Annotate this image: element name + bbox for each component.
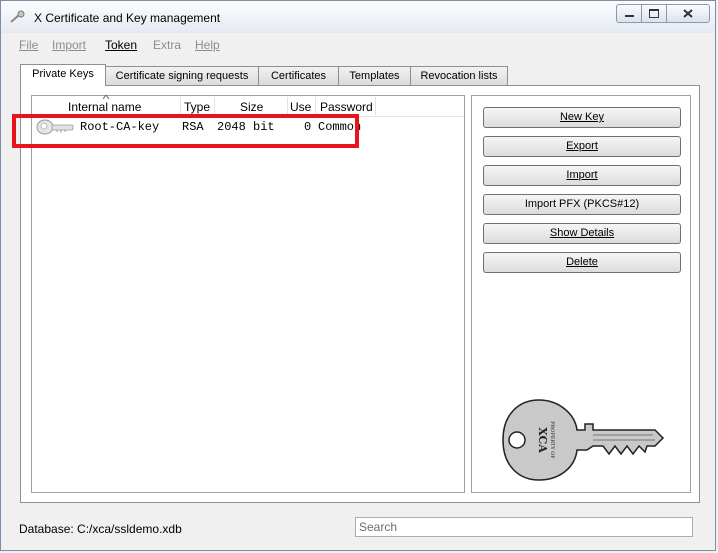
- window-controls: [616, 4, 710, 24]
- menu-file[interactable]: File: [19, 38, 38, 52]
- tab-revocation-lists[interactable]: Revocation lists: [410, 66, 508, 85]
- minimize-button[interactable]: [616, 4, 642, 23]
- status-bar: Database: C:/xca/ssldemo.xdb: [1, 511, 715, 541]
- new-key-button-label: New Key: [559, 111, 605, 123]
- menu-extra-label: Extra: [153, 38, 182, 52]
- import-pfx-button[interactable]: Import PFX (PKCS#12): [483, 194, 681, 215]
- column-divider[interactable]: [214, 97, 215, 115]
- window-title: X Certificate and Key management: [34, 11, 221, 25]
- app-key-icon: [10, 10, 25, 23]
- column-header-type[interactable]: Type: [184, 100, 210, 114]
- menu-bar: File Import Token Extra Help: [1, 33, 715, 55]
- tab-templates[interactable]: Templates: [338, 66, 411, 85]
- minimize-icon: [624, 14, 634, 17]
- menu-help-label: Help: [195, 38, 220, 52]
- import-button-label: Import: [566, 169, 598, 181]
- search-input[interactable]: [355, 517, 693, 537]
- column-divider[interactable]: [315, 97, 316, 115]
- database-path: Database: C:/xca/ssldemo.xdb: [19, 522, 182, 536]
- export-button-label: Export: [566, 140, 598, 152]
- export-button[interactable]: Export: [483, 136, 681, 157]
- maximize-button[interactable]: [641, 4, 667, 23]
- close-icon: [683, 9, 693, 18]
- menu-import-label: Import: [52, 38, 87, 52]
- menu-import[interactable]: Import: [52, 38, 86, 52]
- new-key-button[interactable]: New Key: [483, 107, 681, 128]
- title-bar[interactable]: X Certificate and Key management: [1, 1, 715, 33]
- delete-button[interactable]: Delete: [483, 252, 681, 273]
- column-header-internal-name[interactable]: Internal name: [68, 100, 141, 114]
- column-divider[interactable]: [287, 97, 288, 115]
- menu-token-label: Token: [105, 38, 138, 52]
- menu-extra[interactable]: Extra: [153, 38, 181, 52]
- menu-help[interactable]: Help: [195, 38, 220, 52]
- menu-file-label: File: [19, 38, 39, 52]
- menu-token[interactable]: Token: [105, 38, 137, 52]
- column-divider[interactable]: [180, 97, 181, 115]
- tab-private-keys[interactable]: Private Keys: [20, 64, 106, 86]
- sort-ascending-icon: [103, 95, 109, 99]
- show-details-button-label: Show Details: [549, 227, 615, 239]
- main-window: X Certificate and Key management File Im…: [0, 0, 716, 551]
- import-button[interactable]: Import: [483, 165, 681, 186]
- xca-key-logo: PROPERTY OF XCA: [502, 399, 665, 481]
- actions-panel: New Key Export Import Import PFX (PKCS#1…: [471, 95, 691, 493]
- show-details-button[interactable]: Show Details: [483, 223, 681, 244]
- maximize-icon: [649, 9, 659, 18]
- tab-certificate-signing-requests[interactable]: Certificate signing requests: [105, 66, 259, 85]
- logo-xca-text: XCA: [536, 427, 549, 453]
- column-header-password[interactable]: Password: [320, 100, 373, 114]
- column-header-use[interactable]: Use: [290, 100, 311, 114]
- close-button[interactable]: [666, 4, 710, 23]
- keys-table[interactable]: Internal name Type Size Use Password Roo…: [31, 95, 465, 493]
- column-divider[interactable]: [375, 97, 376, 115]
- highlight-annotation: [12, 114, 359, 148]
- tab-certificates[interactable]: Certificates: [258, 66, 339, 85]
- column-header-size[interactable]: Size: [240, 100, 263, 114]
- delete-button-label: Delete: [566, 256, 598, 268]
